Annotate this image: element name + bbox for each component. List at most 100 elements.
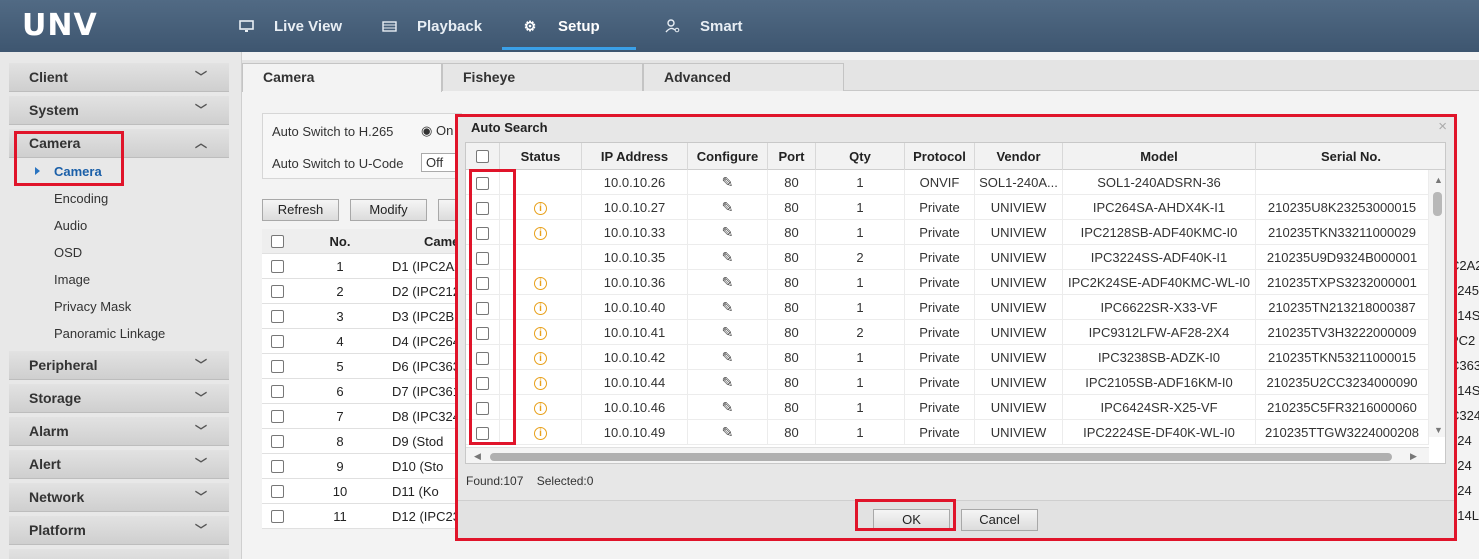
vendor-cell: UNIVIEW (975, 395, 1063, 420)
table-row[interactable]: 6 D7 (IPC361 (262, 379, 462, 404)
device-row[interactable]: 10.0.10.35 ✎ 80 2 Private UNIVIEW IPC3224SS-AD… (466, 245, 1429, 270)
select-all-checkbox[interactable] (476, 150, 489, 163)
device-row[interactable]: i 10.0.10.27 ✎ 80 1 Private UNIVIEW IPC264SA-AH… (466, 195, 1429, 220)
table-row[interactable]: 3 D3 (IPC2B1 (262, 304, 462, 329)
device-row[interactable]: i 10.0.10.42 ✎ 80 1 Private UNIVIEW IPC3238SB-A… (466, 345, 1429, 370)
device-row[interactable]: i 10.0.10.36 ✎ 80 1 Private UNIVIEW IPC2K24SE-A… (466, 270, 1429, 295)
scroll-down-icon[interactable]: ▼ (1434, 425, 1443, 435)
sidebar-more[interactable] (9, 549, 229, 559)
pencil-icon[interactable]: ✎ (722, 370, 734, 395)
scroll-right-icon[interactable]: ▶ (1410, 451, 1417, 462)
row-checkbox[interactable] (476, 427, 489, 441)
device-row[interactable]: i 10.0.10.46 ✎ 80 1 Private UNIVIEW IPC6424SR-X… (466, 395, 1429, 420)
pencil-icon[interactable]: ✎ (722, 420, 734, 445)
horizontal-scrollbar[interactable]: ◀ ▶ (466, 447, 1429, 463)
device-row[interactable]: 10.0.10.26 ✎ 80 1 ONVIF SOL1-240A... SOL1-240A… (466, 170, 1429, 195)
tab-camera[interactable]: Camera (242, 63, 442, 92)
table-row[interactable]: 10 D11 (Ko (262, 479, 462, 504)
row-checkbox[interactable] (476, 352, 489, 366)
pencil-icon[interactable]: ✎ (722, 245, 734, 270)
vertical-scrollbar[interactable]: ▲ ▼ (1429, 170, 1445, 437)
scroll-thumb[interactable] (1433, 192, 1442, 216)
row-checkbox[interactable] (476, 202, 489, 216)
ok-button[interactable]: OK (873, 509, 950, 531)
table-row[interactable]: 11 D12 (IPC23 (262, 504, 462, 529)
sidebar-item-image[interactable]: Image (54, 272, 90, 287)
row-checkbox[interactable] (271, 260, 284, 273)
pencil-icon[interactable]: ✎ (722, 170, 734, 195)
row-checkbox[interactable] (476, 402, 489, 416)
nav-live-view[interactable]: Live View (238, 0, 342, 52)
sidebar-client[interactable]: Client ﹀ (9, 63, 229, 92)
scroll-left-icon[interactable]: ◀ (474, 451, 481, 462)
port: 80 (784, 400, 799, 415)
row-checkbox[interactable] (271, 360, 284, 373)
select-all-checkbox[interactable] (271, 235, 284, 248)
sidebar-alarm[interactable]: Alarm ﹀ (9, 417, 229, 446)
sidebar-item-panoramic-linkage[interactable]: Panoramic Linkage (54, 326, 165, 341)
row-checkbox[interactable] (271, 310, 284, 323)
pencil-icon[interactable]: ✎ (722, 195, 734, 220)
table-row[interactable]: 2 D2 (IPC212 (262, 279, 462, 304)
row-checkbox[interactable] (476, 302, 489, 316)
row-checkbox[interactable] (476, 227, 489, 241)
table-row[interactable]: 4 D4 (IPC264 (262, 329, 462, 354)
sidebar-item-audio[interactable]: Audio (54, 218, 87, 233)
table-row[interactable]: 1 D1 (IPC2A2 (262, 254, 462, 279)
sidebar-camera[interactable]: Camera ︿ (9, 129, 229, 158)
device-row[interactable]: i 10.0.10.44 ✎ 80 1 Private UNIVIEW IPC2105SB-A… (466, 370, 1429, 395)
sidebar-peripheral[interactable]: Peripheral ﹀ (9, 351, 229, 380)
row-checkbox[interactable] (271, 460, 284, 473)
scroll-thumb[interactable] (490, 453, 1392, 461)
device-row[interactable]: i 10.0.10.33 ✎ 80 1 Private UNIVIEW IPC2128SB-A… (466, 220, 1429, 245)
sidebar-item-camera[interactable]: Camera (35, 164, 102, 179)
row-checkbox[interactable] (476, 252, 489, 266)
table-row[interactable]: 9 D10 (Sto (262, 454, 462, 479)
sidebar-storage[interactable]: Storage ﹀ (9, 384, 229, 413)
row-checkbox[interactable] (476, 177, 489, 191)
row-checkbox[interactable] (271, 410, 284, 423)
scroll-up-icon[interactable]: ▲ (1434, 175, 1443, 185)
qty-cell: 1 (816, 295, 905, 320)
pencil-icon[interactable]: ✎ (722, 270, 734, 295)
cancel-button[interactable]: Cancel (961, 509, 1038, 531)
row-camera-name: D1 (IPC2A2 (392, 259, 462, 274)
row-checkbox[interactable] (271, 435, 284, 448)
tab-advanced[interactable]: Advanced (643, 63, 844, 91)
row-checkbox[interactable] (271, 510, 284, 523)
vendor: UNIVIEW (990, 225, 1047, 240)
sidebar-alert[interactable]: Alert ﹀ (9, 450, 229, 479)
modify-button[interactable]: Modify (350, 199, 427, 221)
sidebar-item-osd[interactable]: OSD (54, 245, 82, 260)
row-checkbox[interactable] (271, 335, 284, 348)
sidebar-item-privacy-mask[interactable]: Privacy Mask (54, 299, 131, 314)
row-checkbox[interactable] (271, 385, 284, 398)
nav-playback[interactable]: Playback (381, 0, 482, 52)
close-icon[interactable]: × (1438, 118, 1447, 135)
tab-fisheye[interactable]: Fisheye (442, 63, 643, 91)
pencil-icon[interactable]: ✎ (722, 220, 734, 245)
pencil-icon[interactable]: ✎ (722, 320, 734, 345)
table-row[interactable]: 7 D8 (IPC324 (262, 404, 462, 429)
table-row[interactable]: 5 D6 (IPC363 (262, 354, 462, 379)
h265-on-radio[interactable]: ◉ On (421, 123, 453, 139)
pencil-icon[interactable]: ✎ (722, 345, 734, 370)
sidebar-network[interactable]: Network ﹀ (9, 483, 229, 512)
row-checkbox[interactable] (271, 285, 284, 298)
pencil-icon[interactable]: ✎ (722, 395, 734, 420)
row-checkbox[interactable] (476, 327, 489, 341)
sidebar-item-encoding[interactable]: Encoding (54, 191, 108, 206)
pencil-icon[interactable]: ✎ (722, 295, 734, 320)
device-row[interactable]: i 10.0.10.41 ✎ 80 2 Private UNIVIEW IPC9312LFW-… (466, 320, 1429, 345)
row-checkbox[interactable] (476, 277, 489, 291)
nav-smart[interactable]: Smart (664, 0, 743, 52)
sidebar-platform[interactable]: Platform ﹀ (9, 516, 229, 545)
device-row[interactable]: i 10.0.10.49 ✎ 80 1 Private UNIVIEW IPC2224SE-D… (466, 420, 1429, 445)
sidebar-system[interactable]: System ﹀ (9, 96, 229, 125)
refresh-button[interactable]: Refresh (262, 199, 339, 221)
device-row[interactable]: i 10.0.10.40 ✎ 80 1 Private UNIVIEW IPC6622SR-X… (466, 295, 1429, 320)
row-checkbox[interactable] (476, 377, 489, 391)
row-checkbox[interactable] (271, 485, 284, 498)
nav-setup[interactable]: ⚙ Setup (502, 0, 636, 52)
table-row[interactable]: 8 D9 (Stod (262, 429, 462, 454)
